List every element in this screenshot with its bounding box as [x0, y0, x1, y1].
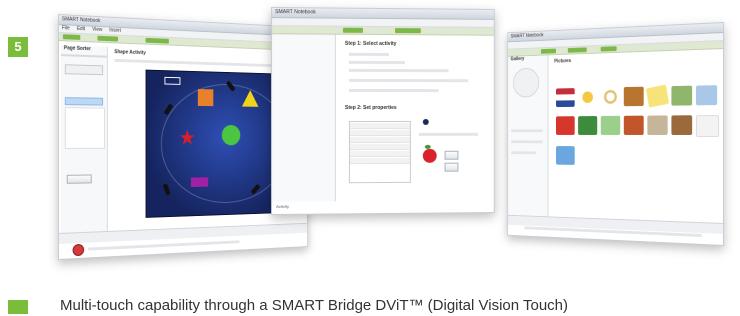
mid-remove-button[interactable]: [444, 162, 459, 172]
menu-view[interactable]: View: [92, 27, 102, 33]
gallery-option-2[interactable]: [511, 140, 543, 144]
record-button[interactable]: [72, 243, 85, 257]
middle-application-window: SMART Notebook Step 1: Select activity S…: [271, 6, 495, 216]
ring-icon[interactable]: [600, 87, 621, 107]
star-icon[interactable]: [578, 87, 598, 107]
right-toolbar-tab-2[interactable]: [567, 47, 587, 53]
money-icon[interactable]: [600, 115, 621, 135]
shell-icon[interactable]: [647, 115, 668, 135]
menu-file[interactable]: File: [62, 25, 70, 31]
sidebar-search[interactable]: [64, 64, 104, 76]
apple-icon: [422, 148, 437, 163]
mid-section-1-title: Step 1: Select activity: [344, 40, 397, 48]
mid-option-1[interactable]: [348, 52, 389, 57]
sidebar-button[interactable]: [66, 174, 92, 184]
gallery-title: Gallery: [510, 56, 525, 63]
sidebar-divider: [60, 54, 107, 58]
card-icon[interactable]: [695, 115, 720, 137]
sidebar-selected-item[interactable]: [64, 97, 104, 106]
orange-square-shape[interactable]: [197, 89, 214, 107]
caption-text: Multi-touch capability through a SMART B…: [60, 297, 569, 314]
menu-insert[interactable]: Insert: [109, 27, 121, 33]
backpack-icon[interactable]: [623, 115, 644, 135]
toolbar-tab-2[interactable]: [97, 35, 119, 42]
gallery-sidebar: Gallery: [508, 55, 549, 219]
blocks-icon[interactable]: [555, 116, 575, 135]
page-sorter-sidebar: Page Sorter: [60, 45, 108, 235]
menu-edit[interactable]: Edit: [77, 26, 85, 32]
mid-option-2[interactable]: [348, 60, 405, 65]
flag-icon[interactable]: [555, 88, 575, 108]
gallery-option-3[interactable]: [511, 151, 536, 155]
puzzle-icon[interactable]: [695, 85, 718, 106]
mid-footer-label: Activity: [276, 203, 290, 209]
plant-pot-icon[interactable]: [578, 116, 598, 135]
mid-option-5[interactable]: [348, 88, 439, 93]
apple-leaf-icon: [424, 144, 431, 149]
mid-property-bar[interactable]: [418, 132, 479, 136]
note-icon[interactable]: [645, 84, 670, 108]
mid-option-3[interactable]: [348, 68, 449, 73]
toolbar-tab-1[interactable]: [62, 34, 81, 40]
green-circle-shape[interactable]: [221, 124, 241, 146]
mid-toolbar-tab-1[interactable]: [342, 27, 363, 33]
purple-rectangle-shape[interactable]: [190, 177, 209, 188]
gallery-preview[interactable]: [512, 67, 540, 98]
map-icon[interactable]: [671, 85, 693, 106]
black-pill-icon-4: [162, 183, 171, 196]
sidebar-thumbnail[interactable]: [64, 107, 105, 149]
playback-track[interactable]: [87, 240, 240, 251]
bookshelf-icon[interactable]: [623, 86, 644, 107]
right-toolbar-tab-1[interactable]: [540, 48, 556, 54]
right-toolbar-tab-3[interactable]: [600, 46, 617, 52]
mid-left-pane: [272, 34, 336, 202]
content-title: Shape Activity: [114, 49, 146, 57]
pictures-title: Pictures: [554, 58, 572, 65]
sidebar-title: Page Sorter: [63, 45, 91, 53]
chair-icon[interactable]: [555, 146, 575, 165]
step-number-badge: 5: [8, 37, 28, 57]
box-icon[interactable]: [671, 115, 693, 135]
toolbar-tab-3[interactable]: [145, 37, 169, 44]
gallery-option-1[interactable]: [511, 129, 543, 133]
yellow-triangle-shape[interactable]: [241, 89, 259, 107]
content-toolbar: [114, 58, 287, 68]
mid-section-2-title: Step 2: Set properties: [344, 104, 397, 111]
canvas-corner-label-top: [164, 76, 181, 85]
caption-bullet: [8, 300, 28, 314]
mid-option-4[interactable]: [348, 78, 469, 83]
red-star-shape[interactable]: ★: [179, 127, 196, 151]
mid-info-icon: [422, 118, 429, 125]
mid-toolbar-tab-2[interactable]: [394, 28, 421, 34]
mid-item-list[interactable]: [348, 120, 411, 184]
mid-add-button[interactable]: [444, 150, 459, 160]
right-application-window: SMART Notebook Gallery Pictures: [507, 22, 724, 246]
